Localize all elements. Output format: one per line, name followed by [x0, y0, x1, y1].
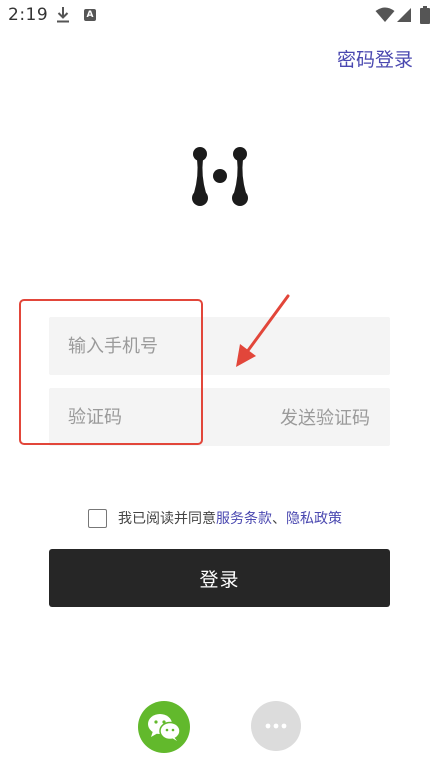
more-login-button[interactable] — [251, 701, 301, 751]
arrow-annotation-icon — [236, 294, 290, 367]
status-time: 2:19 — [8, 5, 49, 25]
agreement-prefix: 我已阅读并同意 — [118, 511, 216, 527]
password-login-link[interactable]: 密码登录 — [337, 45, 413, 72]
status-bar: 2:19 A — [0, 0, 439, 32]
a-badge-icon: A — [84, 9, 96, 21]
highlight-rectangle — [19, 299, 203, 445]
signal-icon — [397, 8, 411, 22]
send-code-button[interactable]: 发送验证码 — [280, 404, 370, 430]
agreement-row: 我已阅读并同意 服务条款 、 隐私政策 — [88, 508, 342, 528]
more-icon — [265, 723, 287, 729]
wifi-icon — [375, 7, 395, 22]
agreement-separator: 、 — [272, 511, 286, 527]
login-button[interactable]: 登录 — [49, 549, 390, 607]
agree-checkbox[interactable] — [88, 508, 107, 528]
app-logo-icon — [192, 147, 248, 206]
terms-link[interactable]: 服务条款 — [216, 508, 272, 528]
download-icon — [57, 7, 69, 23]
battery-icon — [420, 6, 430, 24]
wechat-icon — [148, 714, 181, 741]
privacy-link[interactable]: 隐私政策 — [286, 508, 342, 528]
wechat-login-button[interactable] — [138, 701, 190, 753]
